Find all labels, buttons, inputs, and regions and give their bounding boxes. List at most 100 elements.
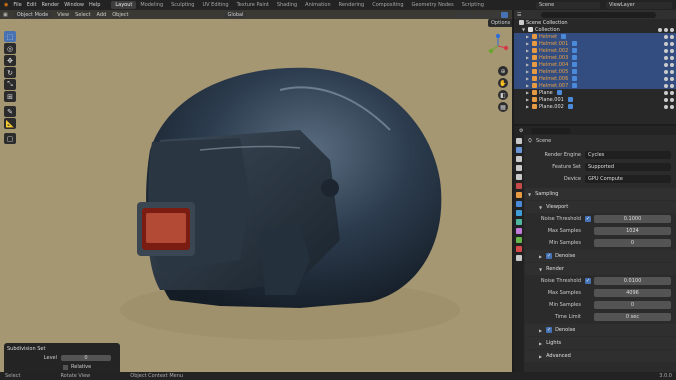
particles-tab-icon[interactable] bbox=[516, 210, 522, 216]
sampling-panel-header[interactable]: ▼ Sampling bbox=[525, 188, 676, 200]
menu-view[interactable]: View bbox=[57, 12, 69, 18]
camera-render-icon[interactable] bbox=[670, 48, 674, 53]
move-icon[interactable]: ✥ bbox=[4, 55, 16, 66]
rendered-icon[interactable] bbox=[501, 11, 508, 18]
outliner-item[interactable]: ▶ Helmet.007 bbox=[514, 82, 676, 89]
camera-render-icon[interactable] bbox=[670, 90, 674, 95]
texture-tab-icon[interactable] bbox=[516, 255, 522, 261]
menu-add[interactable]: Add bbox=[97, 12, 107, 18]
outliner-item[interactable]: ▶ Helmet.002 bbox=[514, 47, 676, 54]
visibility-eye-icon[interactable] bbox=[664, 41, 668, 46]
overlay-icon[interactable] bbox=[456, 11, 463, 18]
expand-arrow-icon[interactable]: ▶ bbox=[526, 55, 530, 60]
r-noise-threshold-checkbox[interactable]: ✓ bbox=[585, 278, 591, 284]
visibility-eye-icon[interactable] bbox=[664, 48, 668, 53]
camera-render-icon[interactable] bbox=[670, 41, 674, 46]
tab-modeling[interactable]: Modeling bbox=[136, 1, 167, 9]
tab-texture-paint[interactable]: Texture Paint bbox=[233, 1, 273, 9]
output-tab-icon[interactable] bbox=[516, 156, 522, 162]
outliner-item[interactable]: ▶ Helmet bbox=[514, 33, 676, 40]
camera-icon[interactable]: ◧ bbox=[498, 90, 508, 100]
tab-animation[interactable]: Animation bbox=[301, 1, 335, 9]
expand-arrow-icon[interactable]: ▶ bbox=[526, 76, 530, 81]
orientation-dropdown[interactable]: Global bbox=[224, 11, 247, 18]
outliner-item[interactable]: ▶ Plane.002 bbox=[514, 103, 676, 110]
render-engine-dropdown[interactable]: Cycles bbox=[585, 151, 671, 159]
visibility-eye-icon[interactable] bbox=[664, 97, 668, 102]
lights-subpanel-header[interactable]: ▶ Lights bbox=[525, 337, 676, 349]
camera-render-icon[interactable] bbox=[670, 97, 674, 102]
outliner-item[interactable]: ▶ Helmet.001 bbox=[514, 40, 676, 47]
outliner-item[interactable]: ▶ Helmet.003 bbox=[514, 54, 676, 61]
menu-object[interactable]: Object bbox=[112, 12, 128, 18]
scene-selector[interactable]: Scene bbox=[536, 1, 600, 9]
3d-viewport[interactable]: ▣ Object Mode View Select Add Object Glo… bbox=[0, 10, 512, 372]
perspective-grid-icon[interactable]: ▦ bbox=[498, 102, 508, 112]
tab-shading[interactable]: Shading bbox=[273, 1, 301, 9]
outliner-search[interactable] bbox=[541, 11, 656, 18]
scale-icon[interactable]: ⤡ bbox=[4, 79, 16, 90]
camera-render-icon[interactable] bbox=[670, 55, 674, 60]
menu-help[interactable]: Help bbox=[89, 2, 100, 8]
visibility-eye-icon[interactable] bbox=[664, 34, 668, 39]
tool-tab-icon[interactable] bbox=[516, 138, 522, 144]
vp-denoise-subpanel-header[interactable]: ▶ ✓ Denoise bbox=[525, 250, 676, 262]
vp-min-samples-field[interactable]: 0 bbox=[594, 239, 671, 247]
properties-type-icon[interactable]: ⚙ bbox=[519, 128, 523, 134]
world-tab-icon[interactable] bbox=[516, 183, 522, 189]
expand-arrow-icon[interactable]: ▶ bbox=[526, 34, 530, 39]
time-limit-field[interactable]: 0 sec bbox=[594, 313, 671, 321]
feature-set-dropdown[interactable]: Supported bbox=[585, 163, 671, 171]
r-min-samples-field[interactable]: 0 bbox=[594, 301, 671, 309]
camera-render-icon[interactable] bbox=[670, 76, 674, 81]
tab-uv-editing[interactable]: UV Editing bbox=[198, 1, 232, 9]
select-box-icon[interactable]: ⬚ bbox=[4, 31, 16, 42]
relative-checkbox[interactable] bbox=[63, 364, 68, 370]
measure-icon[interactable]: 📐 bbox=[4, 118, 16, 129]
menu-file[interactable]: File bbox=[13, 2, 21, 8]
expand-arrow-icon[interactable]: ▶ bbox=[526, 97, 530, 102]
menu-edit[interactable]: Edit bbox=[27, 2, 37, 8]
material-tab-icon[interactable] bbox=[516, 246, 522, 252]
outliner-item[interactable]: ▶ Plane bbox=[514, 89, 676, 96]
scene-collection-row[interactable]: Scene Collection bbox=[514, 19, 676, 26]
zoom-icon[interactable]: ⊕ bbox=[498, 66, 508, 76]
tab-geometry-nodes[interactable]: Geometry Nodes bbox=[408, 1, 458, 9]
editor-type-icon[interactable]: ▣ bbox=[3, 12, 8, 18]
expand-arrow-icon[interactable]: ▶ bbox=[526, 90, 530, 95]
menu-select[interactable]: Select bbox=[75, 12, 90, 18]
visibility-eye-icon[interactable] bbox=[664, 27, 668, 32]
advanced-subpanel-header[interactable]: ▶ Advanced bbox=[525, 350, 676, 362]
expand-arrow-icon[interactable]: ▶ bbox=[526, 83, 530, 88]
cursor-icon[interactable]: ◎ bbox=[4, 43, 16, 54]
tab-sculpting[interactable]: Sculpting bbox=[167, 1, 198, 9]
render-subpanel-header[interactable]: ▼ Render bbox=[525, 263, 676, 275]
rotate-icon[interactable]: ↻ bbox=[4, 67, 16, 78]
camera-render-icon[interactable] bbox=[670, 104, 674, 109]
vp-noise-threshold-field[interactable]: 0.1000 bbox=[594, 215, 671, 223]
collection-row[interactable]: ▼ Collection bbox=[514, 26, 676, 33]
data-tab-icon[interactable] bbox=[516, 237, 522, 243]
properties-search[interactable] bbox=[531, 127, 572, 134]
camera-render-icon[interactable] bbox=[670, 69, 674, 74]
tab-scripting[interactable]: Scripting bbox=[458, 1, 488, 9]
visibility-eye-icon[interactable] bbox=[664, 90, 668, 95]
vp-noise-threshold-checkbox[interactable]: ✓ bbox=[585, 216, 591, 222]
xray-icon[interactable] bbox=[465, 11, 472, 18]
scene-tab-icon[interactable] bbox=[516, 174, 522, 180]
visibility-eye-icon[interactable] bbox=[664, 76, 668, 81]
tab-compositing[interactable]: Compositing bbox=[368, 1, 407, 9]
camera-render-icon[interactable] bbox=[670, 83, 674, 88]
outliner-item[interactable]: ▶ Plane.001 bbox=[514, 96, 676, 103]
camera-render-icon[interactable] bbox=[670, 34, 674, 39]
visibility-eye-icon[interactable] bbox=[664, 69, 668, 74]
pan-hand-icon[interactable]: ✋ bbox=[498, 78, 508, 88]
annotate-icon[interactable]: ✎ bbox=[4, 106, 16, 117]
options-button[interactable]: Options bbox=[488, 19, 512, 27]
view-layer-selector[interactable]: ViewLayer bbox=[606, 1, 672, 9]
level-field[interactable]: 0 bbox=[61, 355, 111, 361]
checkbox-icon[interactable] bbox=[658, 27, 662, 32]
tab-rendering[interactable]: Rendering bbox=[335, 1, 369, 9]
outliner-item[interactable]: ▶ Helmet.006 bbox=[514, 75, 676, 82]
redo-title[interactable]: Subdivision Set bbox=[7, 346, 117, 352]
